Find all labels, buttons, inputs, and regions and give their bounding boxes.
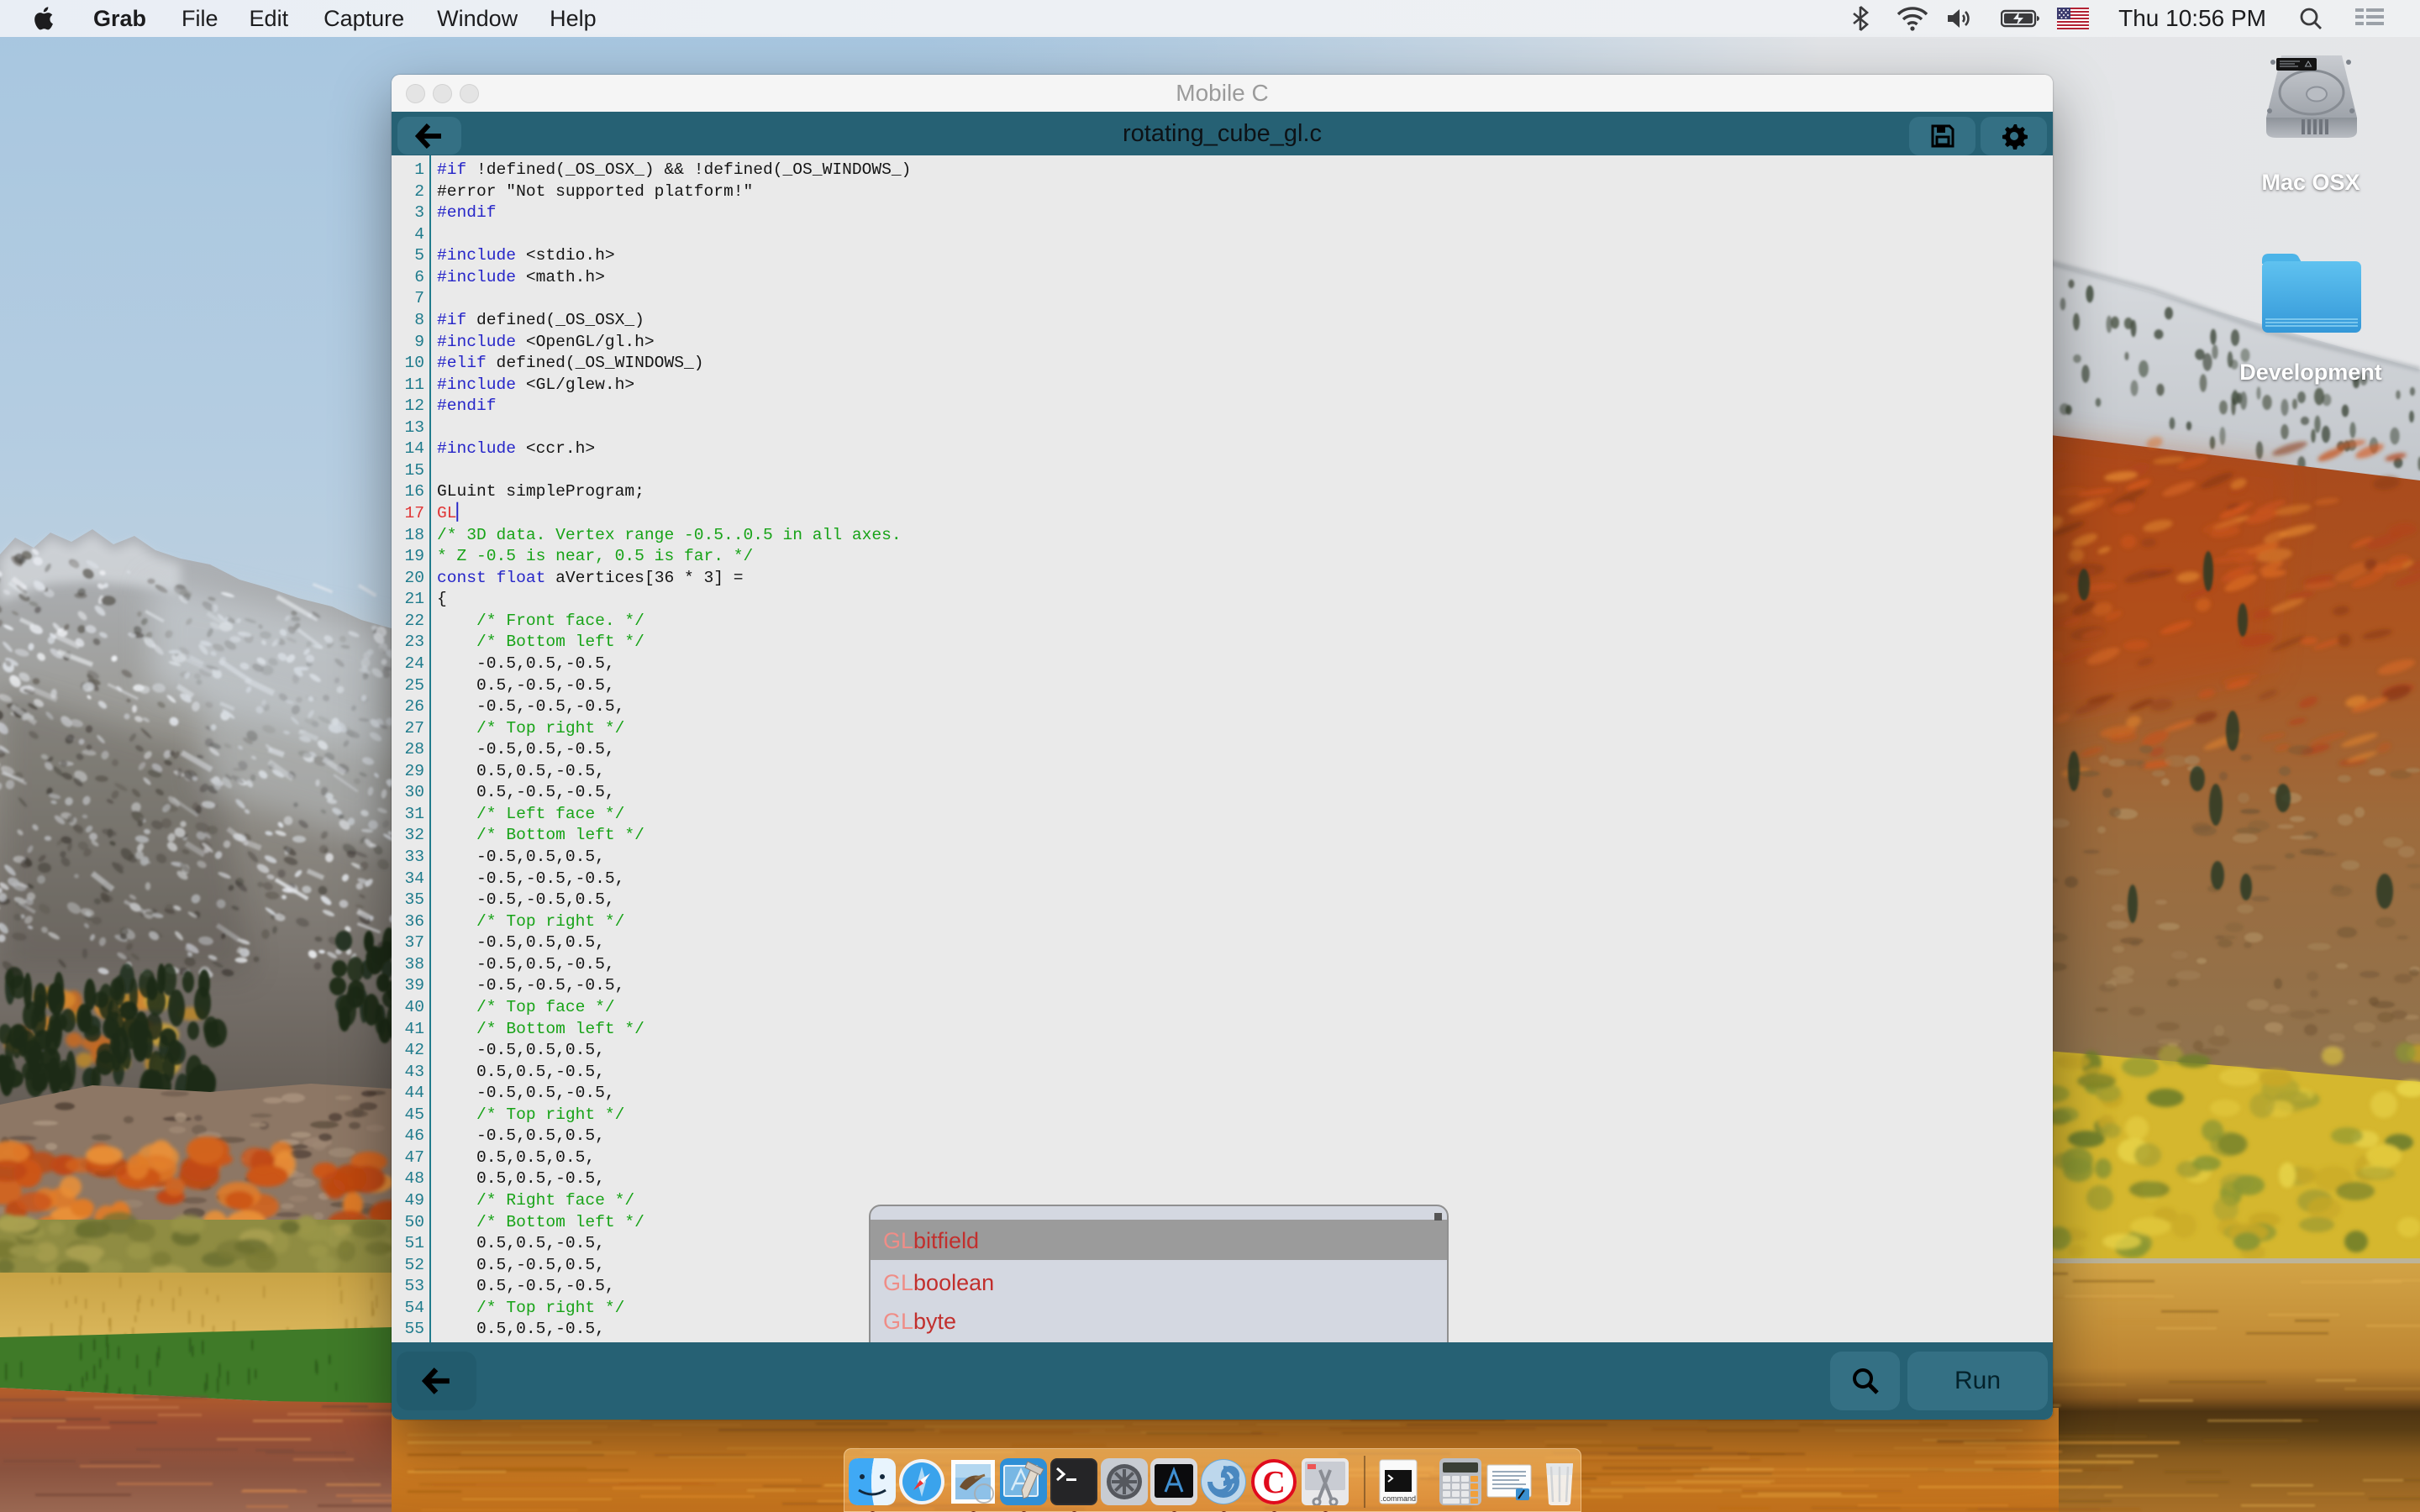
svg-text:C: C	[1262, 1465, 1285, 1500]
svg-text:.command: .command	[1381, 1494, 1416, 1503]
